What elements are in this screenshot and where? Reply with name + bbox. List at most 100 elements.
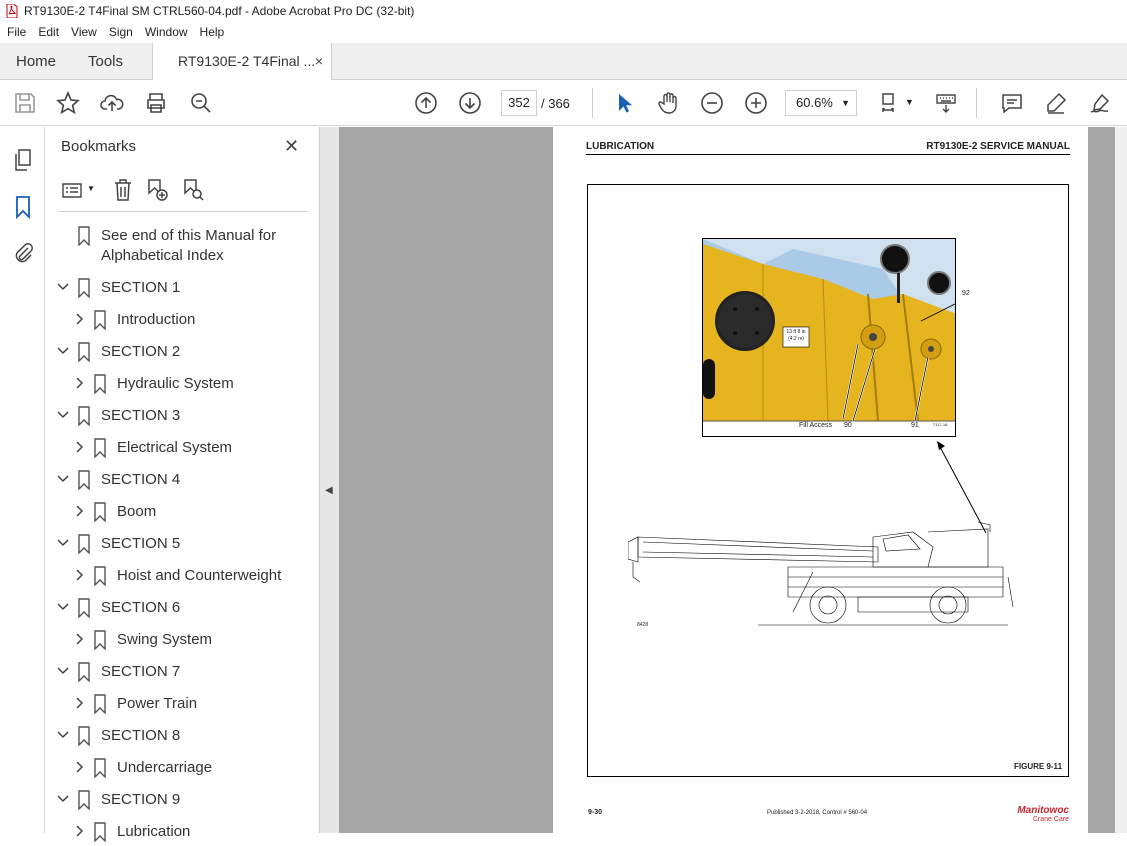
chevron-down-icon[interactable] <box>56 408 70 422</box>
chevron-down-icon[interactable] <box>56 664 70 678</box>
chevron-right-icon[interactable] <box>73 376 87 390</box>
bookmark-item[interactable]: Introduction <box>0 310 275 334</box>
menu-edit[interactable]: Edit <box>31 22 64 43</box>
lubrication-photo: 13 ft 8 in(4.2 m) 92 Fill Access 90 91 7… <box>702 238 956 437</box>
hand-icon[interactable] <box>656 91 680 115</box>
bookmark-item[interactable]: SECTION 3 <box>0 406 275 430</box>
zoom-out-icon[interactable] <box>700 91 724 115</box>
bookmark-item[interactable]: Lubrication <box>0 822 275 846</box>
chevron-right-icon[interactable] <box>73 632 87 646</box>
bookmark-item[interactable]: SECTION 7 <box>0 662 275 686</box>
bookmark-icon <box>94 374 106 394</box>
chevron-right-icon[interactable] <box>73 696 87 710</box>
close-icon[interactable]: ✕ <box>284 136 299 157</box>
bookmark-item[interactable]: Swing System <box>0 630 275 654</box>
vertical-scrollbar[interactable] <box>1115 127 1127 833</box>
menu-window[interactable]: Window <box>138 22 193 43</box>
bookmark-item[interactable]: SECTION 8 <box>0 726 275 750</box>
upload-cloud-icon[interactable] <box>100 91 124 115</box>
bookmark-item[interactable]: SECTION 1 <box>0 278 275 302</box>
bookmark-label: Introduction <box>117 311 196 328</box>
chevron-right-icon[interactable] <box>73 824 87 838</box>
highlight-pen-icon[interactable] <box>1044 91 1068 115</box>
bookmark-item[interactable]: Undercarriage <box>0 758 275 782</box>
bookmark-label: SECTION 2 <box>101 343 181 360</box>
brand-name: Manitowoc <box>1017 805 1069 816</box>
menu-help[interactable]: Help <box>193 22 230 43</box>
bookmark-item[interactable]: SECTION 4 <box>0 470 275 494</box>
bookmark-item[interactable]: Boom <box>0 502 275 526</box>
bookmark-item[interactable]: See end of this Manual for Alphabetical I… <box>0 226 277 270</box>
find-bookmark-icon[interactable] <box>181 178 205 202</box>
chevron-down-icon[interactable] <box>56 280 70 294</box>
bookmark-panel-icon[interactable] <box>11 195 35 220</box>
chevron-left-icon[interactable]: ◀ <box>325 485 333 496</box>
bookmark-item[interactable]: Power Train <box>0 694 275 718</box>
chevron-down-icon[interactable] <box>56 344 70 358</box>
bookmark-label: See end of this Manual for <box>101 227 277 244</box>
chevron-down-icon[interactable] <box>56 728 70 742</box>
bookmark-icon <box>94 822 106 842</box>
sign-pen-icon[interactable] <box>1088 91 1112 115</box>
chevron-down-icon[interactable]: ▼ <box>87 184 95 193</box>
tab-document[interactable]: RT9130E-2 T4Final ... × <box>152 43 332 81</box>
bookmark-item[interactable]: SECTION 5 <box>0 534 275 558</box>
save-icon[interactable] <box>13 91 37 115</box>
footer-page-number: 9-30 <box>588 809 603 816</box>
zoom-search-icon[interactable] <box>189 91 213 115</box>
bookmark-label: SECTION 9 <box>101 791 181 808</box>
bookmark-label: Swing System <box>117 631 213 648</box>
page-number-input[interactable]: 352 <box>501 90 537 116</box>
bookmark-item[interactable]: SECTION 2 <box>0 342 275 366</box>
chevron-down-icon[interactable] <box>56 472 70 486</box>
zoom-level-value: 60.6% <box>796 95 833 110</box>
collapse-panel-bar[interactable]: ◀ <box>320 127 339 833</box>
menu-file[interactable]: File <box>0 22 31 43</box>
footer-published: Published 3-2-2018, Control # 560-04 <box>767 810 868 816</box>
bookmark-label: Lubrication <box>117 823 191 840</box>
chevron-right-icon[interactable] <box>73 760 87 774</box>
chevron-right-icon[interactable] <box>73 568 87 582</box>
bookmark-item[interactable]: SECTION 9 <box>0 790 275 814</box>
menu-view[interactable]: View <box>64 22 102 43</box>
bookmark-item[interactable]: Hoist and Counterweight <box>0 566 281 590</box>
bookmark-label: SECTION 7 <box>101 663 181 680</box>
chevron-right-icon[interactable] <box>73 312 87 326</box>
zoom-in-icon[interactable] <box>744 91 768 115</box>
chevron-down-icon[interactable] <box>56 792 70 806</box>
star-icon[interactable] <box>56 90 80 115</box>
keyboard-scroll-icon[interactable] <box>934 91 958 115</box>
tab-document-label: RT9130E-2 T4Final ... <box>178 53 316 69</box>
toolbar-divider <box>976 88 977 118</box>
chevron-right-icon[interactable] <box>73 504 87 518</box>
zoom-level-select[interactable]: 60.6% ▼ <box>785 90 857 116</box>
page-header-right: RT9130E-2 SERVICE MANUAL <box>926 141 1070 152</box>
page-thumbnails-icon[interactable] <box>11 148 35 172</box>
bookmark-icon <box>78 662 90 682</box>
bookmark-icon <box>78 534 90 554</box>
select-cursor-icon[interactable] <box>612 91 636 115</box>
bookmark-item[interactable]: SECTION 6 <box>0 598 275 622</box>
next-page-icon[interactable] <box>458 91 482 115</box>
bookmark-item[interactable]: Electrical System <box>0 438 275 462</box>
page-fit-icon[interactable] <box>879 91 903 115</box>
bookmark-item[interactable]: Hydraulic System <box>0 374 275 398</box>
chevron-down-icon[interactable] <box>56 600 70 614</box>
bookmark-options-icon[interactable] <box>61 178 85 202</box>
comment-icon[interactable] <box>1000 91 1024 115</box>
menu-sign[interactable]: Sign <box>102 22 138 43</box>
chevron-down-icon[interactable] <box>56 536 70 550</box>
bookmark-label: Boom <box>117 503 157 520</box>
chevron-right-icon[interactable] <box>73 440 87 454</box>
tab-home[interactable]: Home <box>16 43 56 80</box>
chevron-down-icon[interactable]: ▼ <box>905 97 914 107</box>
page-total: / 366 <box>541 96 570 111</box>
prev-page-icon[interactable] <box>414 91 438 115</box>
delete-icon[interactable] <box>111 178 135 202</box>
callout-fill-access: Fill Access <box>799 422 833 429</box>
add-bookmark-icon[interactable] <box>145 178 169 202</box>
print-icon[interactable] <box>144 91 168 115</box>
close-tab-icon[interactable]: × <box>315 43 323 80</box>
tab-tools[interactable]: Tools <box>88 43 123 80</box>
pdf-page: LUBRICATION RT9130E-2 SERVICE MANUAL 13 … <box>553 127 1088 833</box>
